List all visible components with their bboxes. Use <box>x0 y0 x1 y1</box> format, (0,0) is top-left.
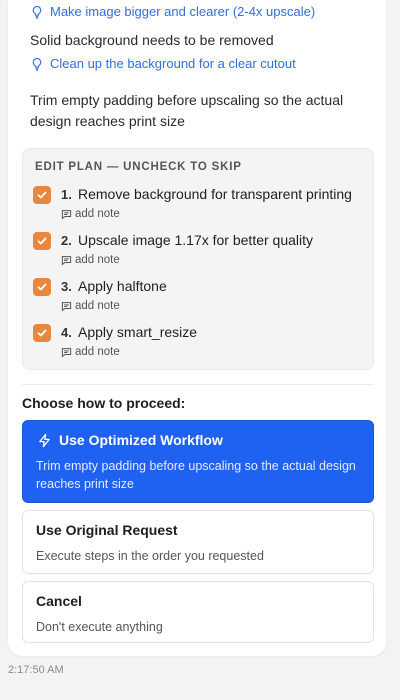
add-note-label: add note <box>75 208 120 220</box>
checkmark-icon <box>37 191 47 199</box>
suggestion-upscale[interactable]: Make image bigger and clearer (2-4x upsc… <box>30 4 315 19</box>
comment-icon <box>61 255 72 265</box>
plan-item-number: 4. <box>61 325 72 340</box>
use-optimized-workflow-button[interactable]: Use Optimized Workflow Trim empty paddin… <box>22 420 374 503</box>
add-note-label: add note <box>75 300 120 312</box>
checkmark-icon <box>37 283 47 291</box>
option-title: Use Original Request <box>36 522 178 538</box>
chat-panel: Make image bigger and clearer (2-4x upsc… <box>0 0 400 700</box>
plan-item: 3. Apply halftone add note <box>33 278 363 318</box>
plan-item-number: 1. <box>61 187 72 202</box>
comment-icon <box>61 301 72 311</box>
use-original-request-button[interactable]: Use Original Request Execute steps in th… <box>22 510 374 574</box>
lightning-icon <box>39 433 50 448</box>
message-timestamp: 2:17:50 AM <box>8 664 64 676</box>
edit-plan-box: EDIT PLAN — UNCHECK TO SKIP 1. Remove ba… <box>22 148 374 370</box>
plan-item-checkbox[interactable] <box>33 232 51 250</box>
plan-item-label: Apply halftone <box>78 278 167 294</box>
add-note-label: add note <box>75 254 120 266</box>
suggestion-text: Make image bigger and clearer (2-4x upsc… <box>50 4 316 19</box>
add-note-button[interactable]: add note <box>61 300 120 312</box>
comment-icon <box>61 209 72 219</box>
add-note-label: add note <box>75 346 120 358</box>
suggestion-text: Clean up the background for a clear cuto… <box>50 56 296 71</box>
option-description: Trim empty padding before upscaling so t… <box>36 459 356 491</box>
plan-item-label: Upscale image 1.17x for better quality <box>78 232 314 248</box>
issue-text: Solid background needs to be removed <box>30 32 274 48</box>
plan-item: 1. Remove background for transparent pri… <box>33 186 363 226</box>
option-description: Execute steps in the order you requested <box>36 549 264 563</box>
comment-icon <box>61 347 72 357</box>
option-title: Cancel <box>36 593 82 609</box>
plan-item-label: Apply smart_resize <box>78 324 198 340</box>
option-title: Use Optimized Workflow <box>59 432 223 448</box>
plan-item: 2. Upscale image 1.17x for better qualit… <box>33 232 363 272</box>
plan-item-label: Remove background for transparent printi… <box>78 186 352 202</box>
proceed-heading: Choose how to proceed: <box>22 395 186 411</box>
plan-item-number: 2. <box>61 233 72 248</box>
plan-item-number: 3. <box>61 279 72 294</box>
cancel-button[interactable]: Cancel Don't execute anything <box>22 581 374 643</box>
explanation-text: Trim empty padding before upscaling so t… <box>30 92 344 129</box>
add-note-button[interactable]: add note <box>61 254 120 266</box>
plan-item: 4. Apply smart_resize add note <box>33 324 363 364</box>
suggestion-cleanup-background[interactable]: Clean up the background for a clear cuto… <box>30 56 296 71</box>
checkmark-icon <box>37 237 47 245</box>
plan-item-checkbox[interactable] <box>33 324 51 342</box>
checkmark-icon <box>37 329 47 337</box>
plan-item-checkbox[interactable] <box>33 278 51 296</box>
plan-item-checkbox[interactable] <box>33 186 51 204</box>
section-divider <box>22 384 374 385</box>
lightbulb-icon <box>32 57 42 71</box>
add-note-button[interactable]: add note <box>61 208 120 220</box>
edit-plan-title: EDIT PLAN — UNCHECK TO SKIP <box>35 161 242 173</box>
lightbulb-icon <box>32 5 42 19</box>
option-description: Don't execute anything <box>36 620 163 634</box>
add-note-button[interactable]: add note <box>61 346 120 358</box>
